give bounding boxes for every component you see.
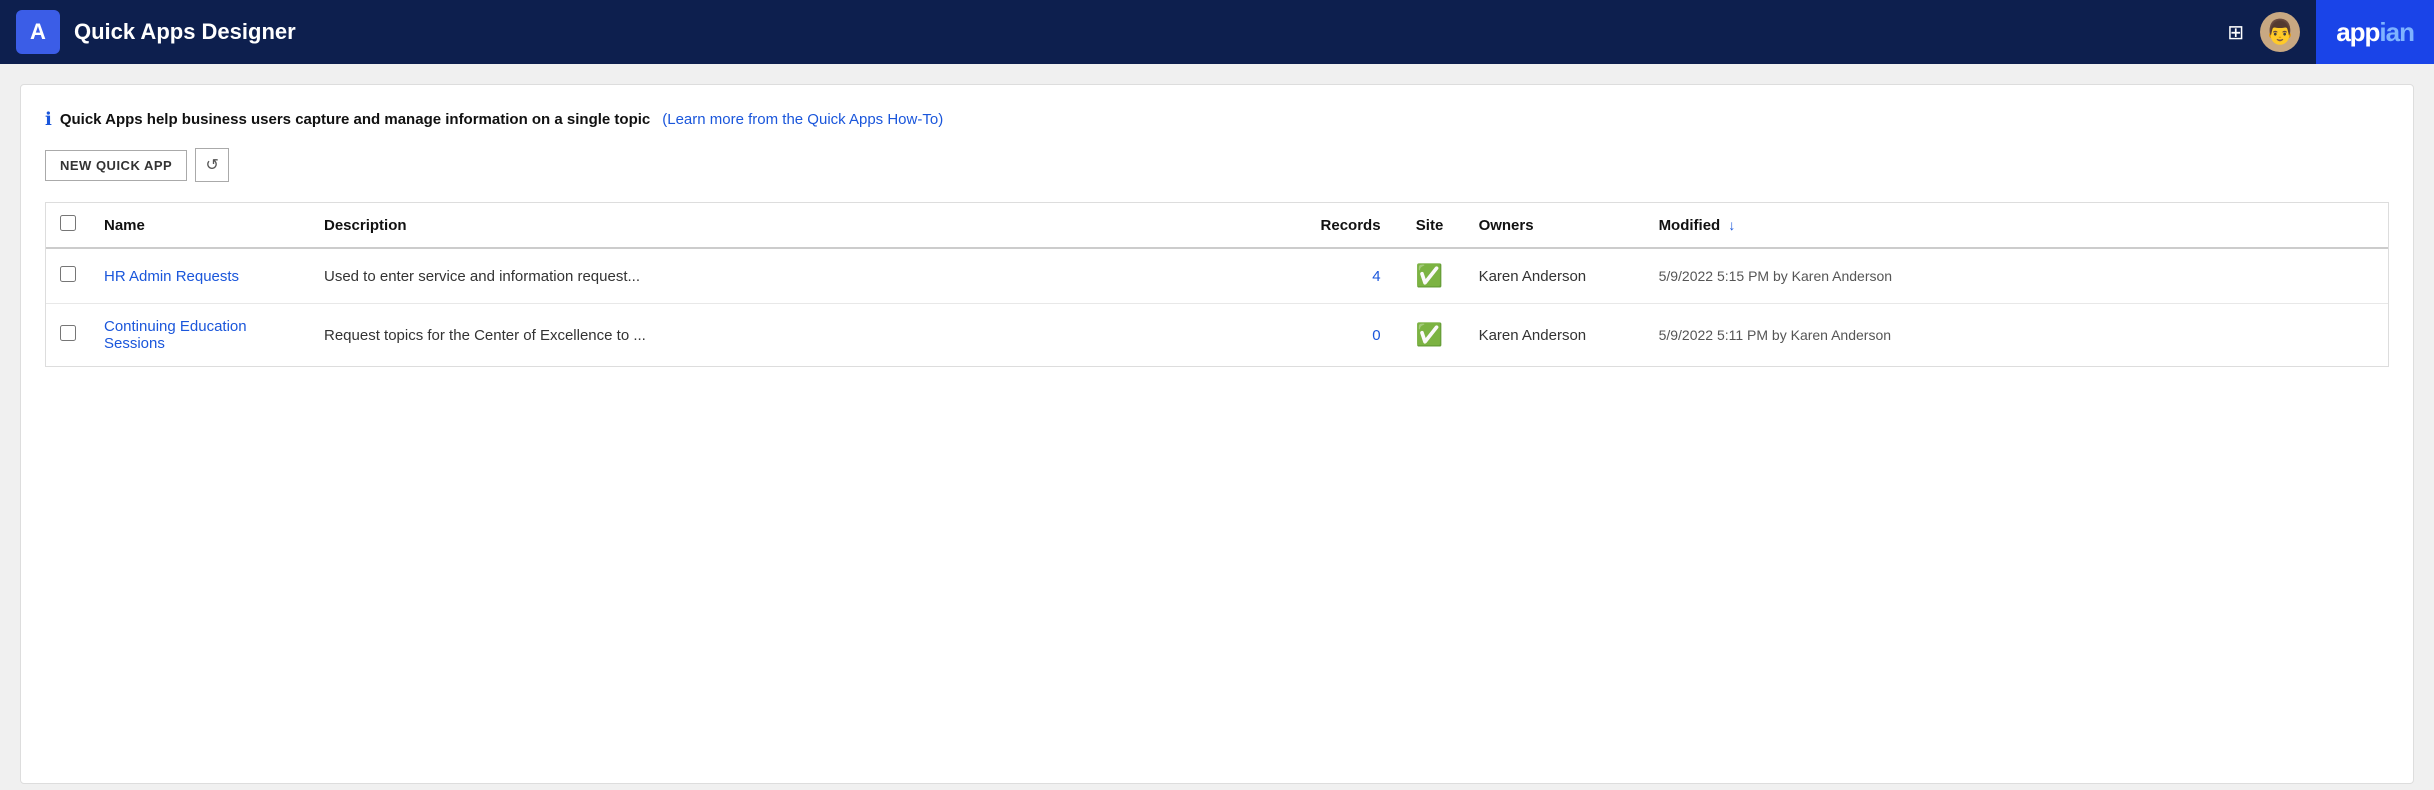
row-1-checkbox[interactable] <box>60 266 76 282</box>
row-1-modified-cell: 5/9/2022 5:15 PM by Karen Anderson <box>1645 248 2388 304</box>
row-2-checkbox-cell <box>46 304 90 367</box>
row-1-owners-cell: Karen Anderson <box>1465 248 1645 304</box>
row-2-records-link[interactable]: 0 <box>1372 327 1380 344</box>
row-1-name-cell: HR Admin Requests <box>90 248 310 304</box>
col-header-records: Records <box>1305 203 1395 248</box>
site-active-icon: ✅ <box>1416 322 1443 347</box>
table-row: HR Admin Requests Used to enter service … <box>46 248 2388 304</box>
row-2-site-cell: ✅ <box>1395 304 1465 367</box>
grid-icon[interactable]: ⊞ <box>2227 20 2244 45</box>
site-active-icon: ✅ <box>1416 263 1443 288</box>
row-checkbox-cell <box>46 248 90 304</box>
app-header: A Quick Apps Designer ⊞ 👨 appian <box>0 0 2434 64</box>
row-1-desc-cell: Used to enter service and information re… <box>310 248 1305 304</box>
apps-table: Name Description Records Site Owners <box>45 202 2389 367</box>
info-text: Quick Apps help business users capture a… <box>60 111 650 128</box>
refresh-button[interactable]: ↺ <box>195 148 229 182</box>
sort-icon[interactable]: ↓ <box>1728 217 1735 233</box>
row-1-app-link[interactable]: HR Admin Requests <box>104 268 239 285</box>
logo-symbol: A <box>30 19 46 45</box>
row-2-owners-cell: Karen Anderson <box>1465 304 1645 367</box>
info-icon: ℹ <box>45 109 52 130</box>
info-bar: ℹ Quick Apps help business users capture… <box>45 109 2389 130</box>
header-right: ⊞ 👨 appian <box>2227 0 2418 64</box>
avatar[interactable]: 👨 <box>2260 12 2300 52</box>
row-1-records-cell: 4 <box>1305 248 1395 304</box>
appian-brand: appian <box>2336 17 2414 48</box>
table-row: Continuing Education Sessions Request to… <box>46 304 2388 367</box>
toolbar: NEW QUICK APP ↺ <box>45 148 2389 182</box>
row-2-name-cell: Continuing Education Sessions <box>90 304 310 367</box>
row-2-modified-cell: 5/9/2022 5:11 PM by Karen Anderson <box>1645 304 2388 367</box>
new-quick-app-button[interactable]: NEW QUICK APP <box>45 150 187 181</box>
header-left: A Quick Apps Designer <box>16 10 296 54</box>
row-2-desc-cell: Request topics for the Center of Excelle… <box>310 304 1305 367</box>
row-2-records-cell: 0 <box>1305 304 1395 367</box>
col-header-name: Name <box>90 203 310 248</box>
col-header-checkbox <box>46 203 90 248</box>
appian-logo: appian <box>2316 0 2434 64</box>
row-1-site-cell: ✅ <box>1395 248 1465 304</box>
main-content: ℹ Quick Apps help business users capture… <box>20 84 2414 784</box>
refresh-icon: ↺ <box>206 155 219 175</box>
col-header-site: Site <box>1395 203 1465 248</box>
col-header-owners: Owners <box>1465 203 1645 248</box>
appian-accent: ian <box>2379 17 2414 47</box>
avatar-emoji: 👨 <box>2265 18 2295 47</box>
row-2-app-link[interactable]: Continuing Education Sessions <box>104 318 247 352</box>
app-logo: A <box>16 10 60 54</box>
col-header-modified: Modified ↓ <box>1645 203 2388 248</box>
select-all-checkbox[interactable] <box>60 215 76 231</box>
table-header-row: Name Description Records Site Owners <box>46 203 2388 248</box>
row-1-records-link[interactable]: 4 <box>1372 268 1380 285</box>
row-2-checkbox[interactable] <box>60 325 76 341</box>
app-title: Quick Apps Designer <box>74 19 296 45</box>
info-link[interactable]: (Learn more from the Quick Apps How-To) <box>662 111 943 128</box>
col-header-description: Description <box>310 203 1305 248</box>
